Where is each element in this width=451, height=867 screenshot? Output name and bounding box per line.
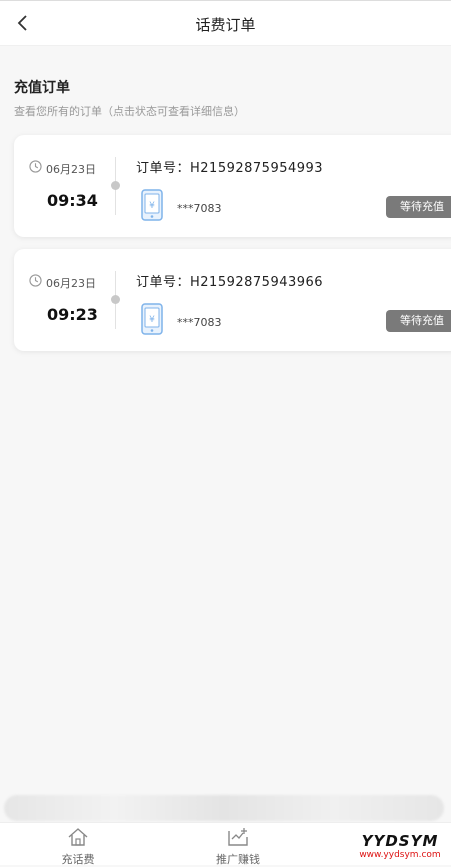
order-number: 订单号：H21592875943966: [136, 275, 324, 290]
timeline-dot: [111, 295, 120, 304]
page-title: 话费订单: [195, 16, 256, 34]
phone-bill-icon: ¥: [141, 189, 163, 221]
status-badge[interactable]: 等待充值: [386, 196, 451, 218]
watermark-title: YYDSYM: [361, 832, 439, 850]
blurred-banner: [4, 795, 444, 821]
order-time: 09:23: [47, 305, 98, 324]
order-number: 订单号：H21592875954993: [136, 161, 324, 176]
tab-promote[interactable]: 推广赚钱: [178, 823, 298, 866]
watermark: YYDSYM www.yydsym.com: [352, 833, 448, 863]
tab-recharge[interactable]: 充话费: [18, 823, 138, 866]
svg-text:¥: ¥: [149, 315, 155, 325]
tab-label: 推广赚钱: [216, 853, 260, 866]
phone-bill-icon: ¥: [141, 303, 163, 335]
clock-icon: [29, 160, 42, 173]
timeline-dot: [111, 181, 120, 190]
share-icon: [228, 828, 248, 846]
nav-bar: 话费订单: [0, 0, 451, 46]
section-subtitle: 查看您所有的订单（点击状态可查看详细信息）: [14, 105, 245, 118]
clock-icon: [29, 274, 42, 287]
tab-label: 充话费: [61, 853, 95, 866]
order-date: 06月23日: [46, 277, 96, 290]
phone-number: ***7083: [177, 202, 222, 215]
svg-text:¥: ¥: [149, 201, 155, 211]
order-date: 06月23日: [46, 163, 96, 176]
phone-number: ***7083: [177, 316, 222, 329]
order-card[interactable]: 06月23日 09:34 订单号：H21592875954993 ¥ ***70…: [14, 135, 451, 237]
status-badge[interactable]: 等待充值: [386, 310, 451, 332]
section-title: 充值订单: [14, 80, 70, 96]
home-icon: [68, 828, 88, 846]
order-card[interactable]: 06月23日 09:23 订单号：H21592875943966 ¥ ***70…: [14, 249, 451, 351]
order-time: 09:34: [47, 191, 98, 210]
watermark-url: www.yydsym.com: [359, 850, 441, 860]
